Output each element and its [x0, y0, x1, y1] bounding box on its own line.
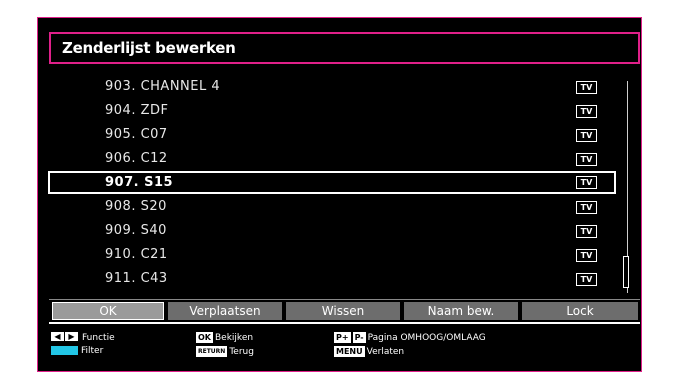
channel-name: 907. S15 [105, 175, 174, 190]
channel-row[interactable]: 910. C21 TV [48, 244, 616, 267]
dialog-title: Zenderlijst bewerken [49, 32, 640, 64]
channel-name: 908. S20 [105, 199, 167, 214]
lock-button[interactable]: Lock [522, 302, 638, 320]
tv-icon: TV [576, 81, 597, 94]
channel-row[interactable]: 909. S40 TV [48, 220, 616, 243]
page-up-key-icon: P+ [334, 332, 351, 343]
channel-name: 911. C43 [105, 271, 168, 286]
legend-back: RETURN Terug [196, 346, 254, 357]
channel-name: 903. CHANNEL 4 [105, 79, 221, 94]
return-key-icon: RETURN [196, 346, 228, 357]
tv-icon: TV [576, 176, 597, 189]
channel-row[interactable]: 903. CHANNEL 4 TV [48, 76, 616, 99]
channel-row[interactable]: 908. S20 TV [48, 196, 616, 219]
tv-icon: TV [576, 225, 597, 238]
page-down-key-icon: P- [352, 332, 366, 343]
tv-icon: TV [576, 153, 597, 166]
channel-row-selected[interactable]: 907. S15 TV [48, 171, 616, 194]
divider [49, 322, 640, 324]
legend-page: P+ P- Pagina OMHOOG/OMLAAG [334, 332, 486, 343]
channel-row[interactable]: 906. C12 TV [48, 148, 616, 171]
menu-key-icon: MENU [334, 346, 365, 357]
channel-name: 904. ZDF [105, 103, 169, 118]
delete-button[interactable]: Wissen [286, 302, 400, 320]
channel-list-dialog: Zenderlijst bewerken 903. CHANNEL 4 TV 9… [37, 17, 642, 372]
tv-icon: TV [576, 201, 597, 214]
channel-row[interactable]: 911. C43 TV [48, 268, 616, 291]
channel-row[interactable]: 904. ZDF TV [48, 100, 616, 123]
channel-row[interactable]: 905. C07 TV [48, 124, 616, 147]
cyan-key-icon [51, 346, 78, 355]
legend-filter: Filter [51, 346, 103, 357]
legend-view: OK Bekijken [196, 332, 254, 343]
left-right-arrows-icon: ◀ ▶ [51, 332, 79, 343]
channel-name: 909. S40 [105, 223, 167, 238]
ok-button[interactable]: OK [52, 302, 164, 320]
channel-name: 910. C21 [105, 247, 168, 262]
legend-exit: MENU Verlaten [334, 346, 405, 357]
legend-function: ◀ ▶ Functie [51, 332, 115, 344]
tv-icon: TV [576, 273, 597, 286]
rename-button[interactable]: Naam bew. [404, 302, 518, 320]
channel-name: 906. C12 [105, 151, 168, 166]
channel-name: 905. C07 [105, 127, 168, 142]
move-button[interactable]: Verplaatsen [168, 302, 282, 320]
tv-icon: TV [576, 105, 597, 118]
action-bar: OK Verplaatsen Wissen Naam bew. Lock [49, 299, 640, 320]
tv-icon: TV [576, 129, 597, 142]
ok-key-icon: OK [196, 332, 213, 343]
scrollbar-thumb[interactable] [623, 256, 629, 288]
tv-icon: TV [576, 249, 597, 262]
